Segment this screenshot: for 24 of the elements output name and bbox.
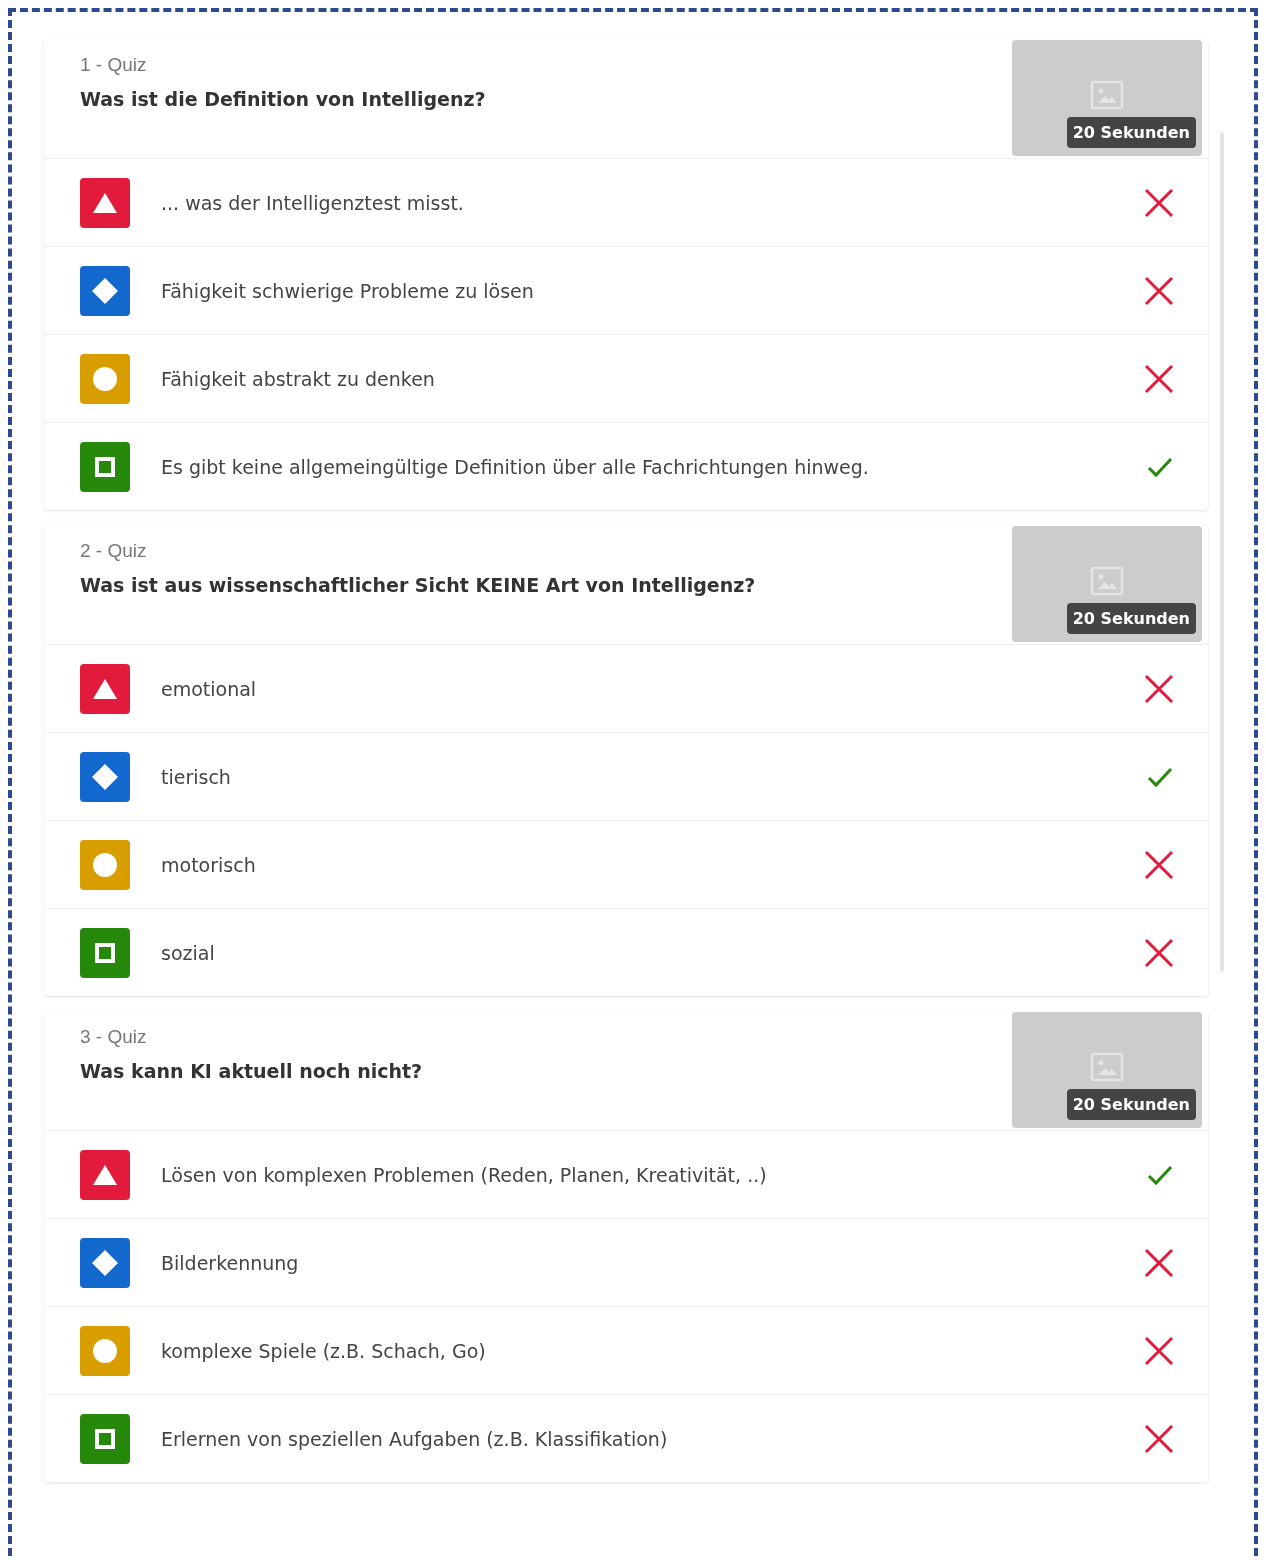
answer-text: komplexe Spiele (z.B. Schach, Go) (161, 1339, 487, 1362)
quiz-number: 3 - Quiz (80, 1026, 148, 1048)
answer-text: motorisch (161, 853, 257, 876)
question-text: Was ist die Definition von Intelligenz? (80, 88, 487, 110)
answer-text: Es gibt keine allgemeingültige Definition über alle Fachrichtungen hinweg. (161, 455, 870, 478)
answer-text: Lösen von komplexen Problemen (Reden, Planen, Kreativität, ..) (161, 1163, 768, 1186)
answer-text: emotional (161, 677, 258, 700)
time-badge: 20 Sekunden (1066, 117, 1196, 148)
quiz-number: 1 - Quiz (80, 54, 148, 76)
quiz-number: 2 - Quiz (80, 540, 148, 562)
time-badge: 20 Sekunden (1066, 1089, 1196, 1120)
image-icon (1090, 1052, 1124, 1082)
answer-text: Fähigkeit abstrakt zu denken (161, 367, 436, 390)
image-icon (1090, 566, 1124, 596)
answer-text: tierisch (161, 765, 232, 788)
image-icon (1090, 80, 1124, 110)
answer-text: Erlernen von speziellen Aufgaben (z.B. Klassifikation) (161, 1427, 669, 1450)
answer-text: Fähigkeit schwierige Probleme zu lösen (161, 279, 535, 302)
answer-text: Bilderkennung (161, 1251, 300, 1274)
answer-text: sozial (161, 941, 216, 964)
question-text: Was kann KI aktuell noch nicht? (80, 1060, 424, 1082)
time-badge: 20 Sekunden (1066, 603, 1196, 634)
question-text: Was ist aus wissenschaftlicher Sicht KEINE Art von Intelligenz? (80, 574, 757, 596)
answer-text: ... was der Intelligenztest misst. (161, 191, 465, 214)
